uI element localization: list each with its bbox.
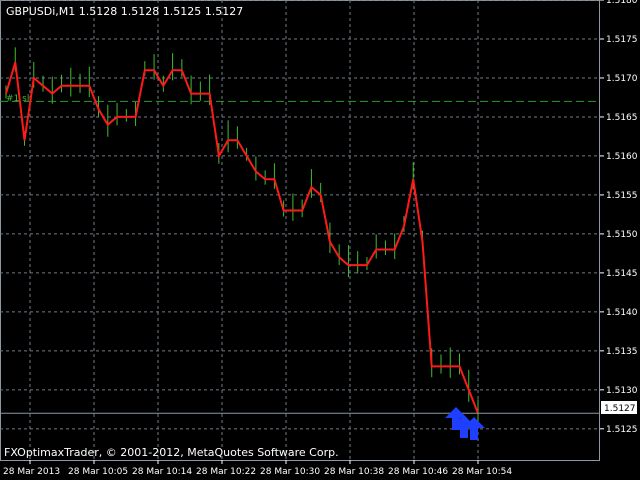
x-tick-label: 28 Mar 10:46 <box>388 467 448 477</box>
y-tick-label: 1.5140 <box>606 308 638 318</box>
y-tick-label: 1.5170 <box>606 74 638 84</box>
y-tick-label: 1.5130 <box>606 386 638 396</box>
current-price-label: 1.5127 <box>604 404 636 414</box>
x-tick-label: 28 Mar 10:05 <box>68 467 128 477</box>
copyright-text: FXOptimaxTrader, © 2001-2012, MetaQuotes… <box>4 446 339 459</box>
y-tick-label: 1.5125 <box>606 425 638 435</box>
y-tick-label: 1.5145 <box>606 269 638 279</box>
chart-background <box>0 0 640 480</box>
symbol-header: GBPUSDi,M1 1.5128 1.5128 1.5125 1.5127 <box>6 5 243 18</box>
y-tick-label: 1.5150 <box>606 230 638 240</box>
level-label: #1 sl <box>6 94 29 104</box>
y-tick-label: 1.5165 <box>606 113 638 123</box>
y-tick-label: 1.5175 <box>606 35 638 45</box>
y-tick-label: 1.5160 <box>606 152 638 162</box>
x-tick-label: 28 Mar 10:30 <box>260 467 320 477</box>
x-tick-label: 28 Mar 10:14 <box>132 467 192 477</box>
x-tick-label: 28 Mar 10:22 <box>196 467 256 477</box>
y-tick-label: 1.5180 <box>606 0 638 6</box>
x-tick-label: 28 Mar 10:54 <box>452 467 512 477</box>
current-price-marker: 1.5127 <box>601 401 637 414</box>
x-tick-label: 28 Mar 10:38 <box>324 467 384 477</box>
price-chart[interactable]: 1.5180 1.5175 1.5170 1.5165 1.5160 1.5155 1.51… <box>0 0 640 480</box>
x-tick-label: 28 Mar 2013 <box>3 467 60 477</box>
y-tick-label: 1.5135 <box>606 347 638 357</box>
y-tick-label: 1.5155 <box>606 191 638 201</box>
